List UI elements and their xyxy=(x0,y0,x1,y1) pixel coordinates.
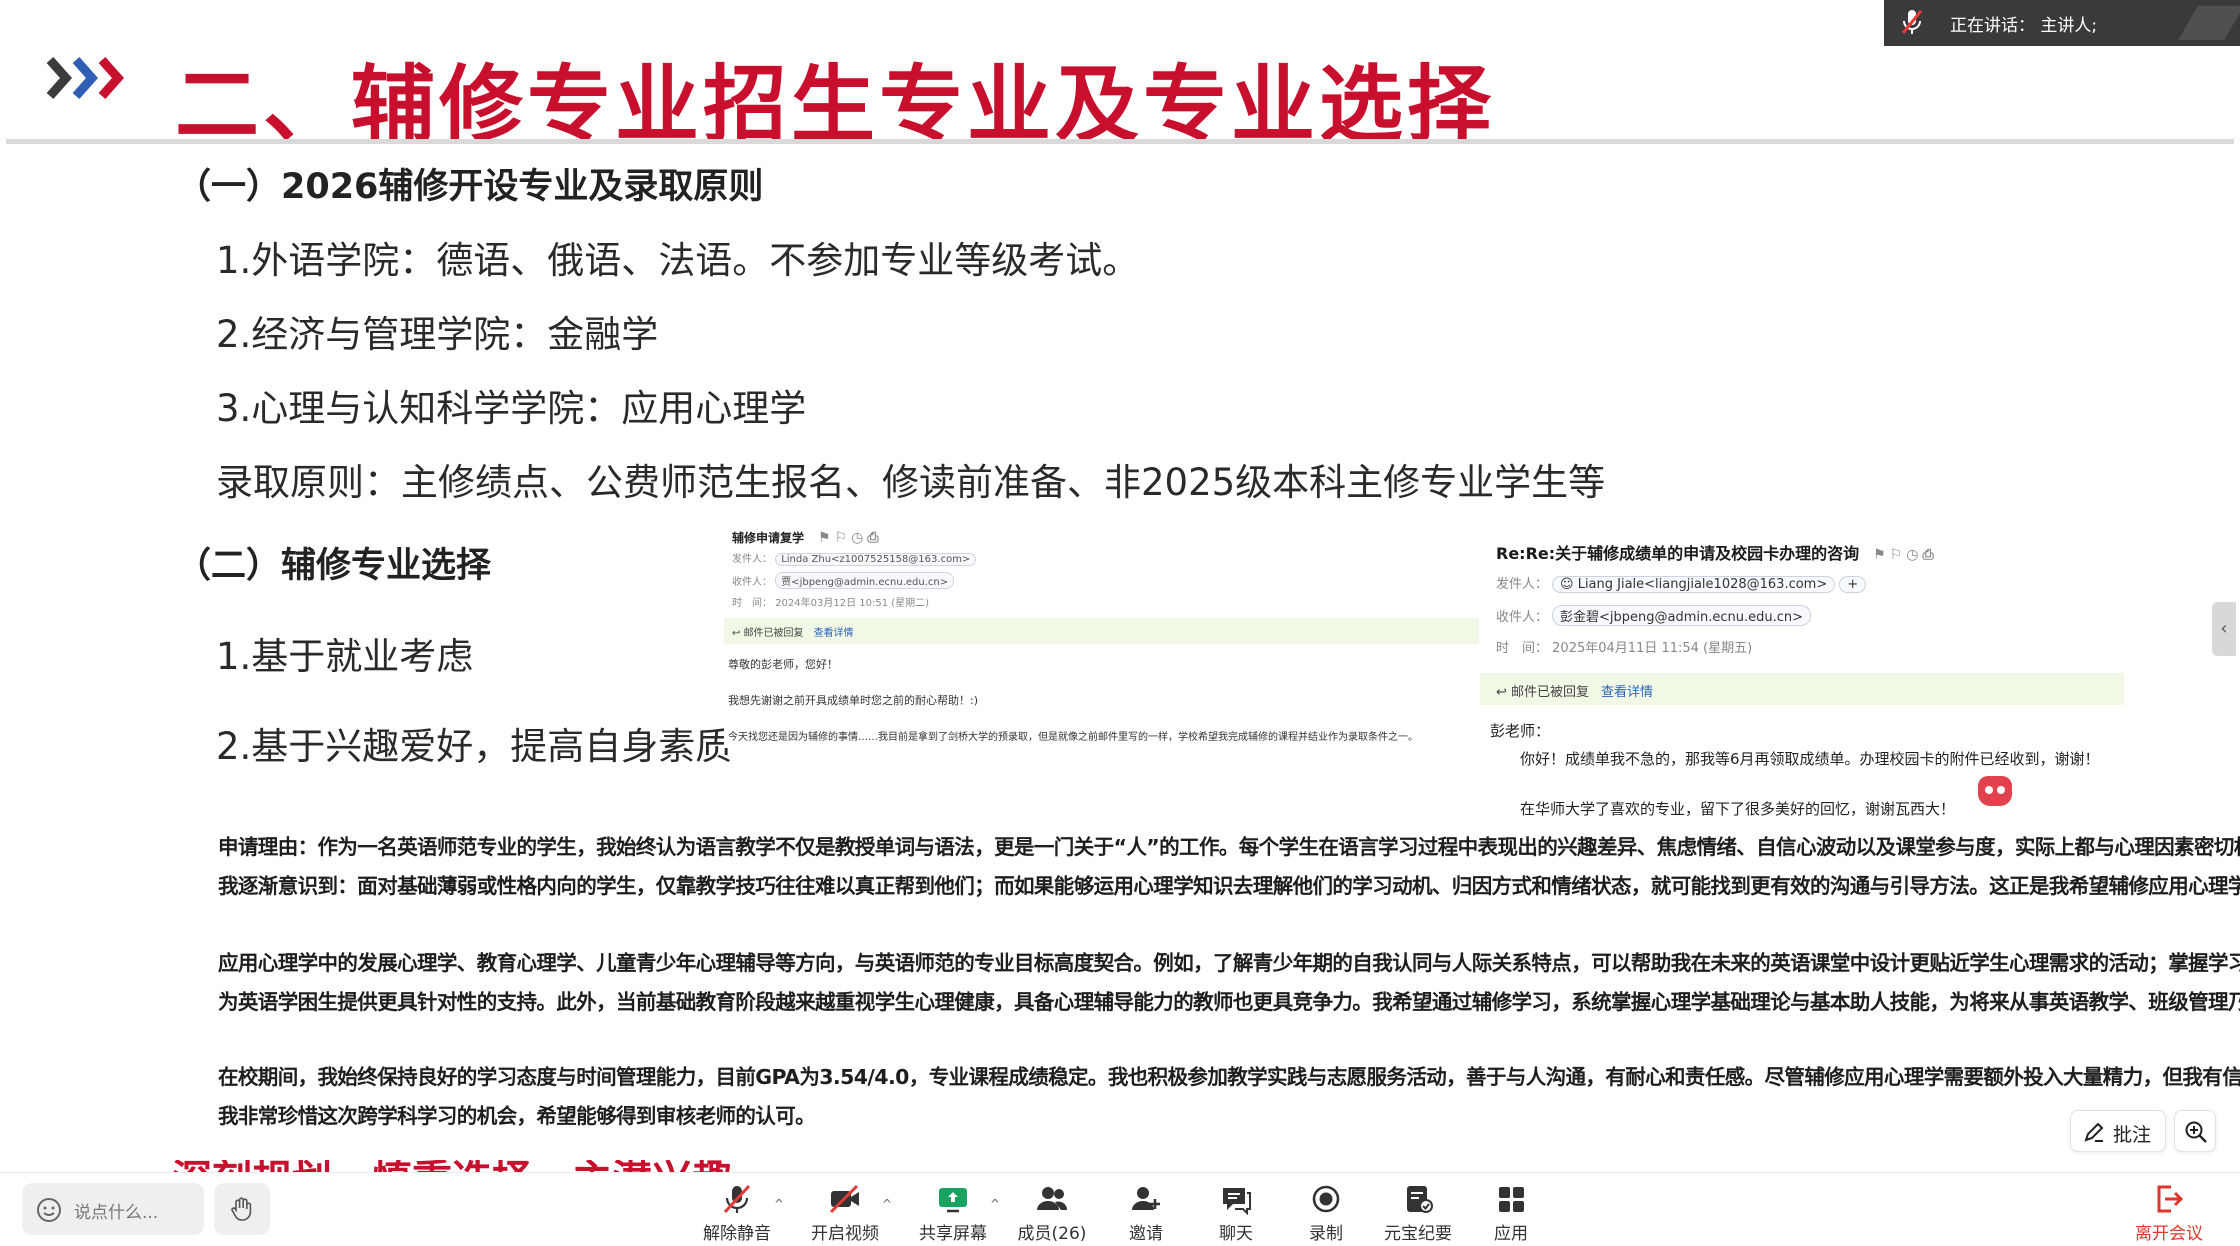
chat-input[interactable]: 说点什么... xyxy=(22,1183,204,1235)
zoom-in-button[interactable] xyxy=(2174,1110,2216,1152)
unmute-button[interactable]: 解除静音 xyxy=(692,1179,782,1244)
reason-line: 应用心理学中的发展心理学、教育心理学、儿童青少年心理辅导等方向，与英语师范的专业… xyxy=(218,951,2240,975)
notes-icon xyxy=(1407,1186,1433,1213)
members-icon xyxy=(1037,1187,1068,1210)
email-action-icons: ⚑⚐◷⎙ xyxy=(818,530,883,546)
toolbar-label: 成员(26) xyxy=(1017,1224,1087,1244)
email-to: 收件人： 贾<jbpeng@admin.ecnu.edu.cn> xyxy=(732,572,955,589)
record-button[interactable]: 录制 xyxy=(1281,1179,1371,1244)
toolbar-label: 开启视频 xyxy=(811,1224,879,1244)
email-subject: Re:Re:关于辅修成绩单的申请及校园卡办理的咨询 ⚑⚐◷⎙ xyxy=(1496,544,1938,563)
email-replied-bar: ↩ 邮件已被回复 查看详情 xyxy=(724,618,1479,644)
email-from: 发件人： Linda Zhu<z1007525158@163.com> xyxy=(732,550,977,566)
smile-icon xyxy=(37,1198,61,1222)
reason-line: 我非常珍惜这次跨学科学习的机会，希望能够得到审核老师的认可。 xyxy=(218,1104,816,1128)
section1-item: 2.经济与管理学院：金融学 xyxy=(216,313,659,356)
side-panel-toggle[interactable]: ‹ xyxy=(2212,602,2236,656)
toolbar-label: 解除静音 xyxy=(703,1224,771,1244)
invite-button[interactable]: 邀请 xyxy=(1101,1179,1191,1244)
toolbar-label: 聊天 xyxy=(1219,1224,1253,1244)
section2-item: 1.基于就业考虑 xyxy=(216,635,474,678)
chevron-up-icon[interactable]: ^ xyxy=(990,1197,1000,1211)
members-button[interactable]: 成员(26) xyxy=(1007,1179,1097,1244)
apps-button[interactable]: 应用 xyxy=(1466,1179,1556,1244)
video-off-icon xyxy=(829,1184,859,1214)
email-time: 时 间： 2024年03月12日 10:51 (星期二) xyxy=(732,598,930,609)
toolbar-label: 邀请 xyxy=(1129,1224,1163,1244)
mic-muted-icon xyxy=(723,1184,751,1214)
email-body-line: 今天找您还是因为辅修的事情……我目前是拿到了剑桥大学的预录取，但是就像之前邮件里… xyxy=(728,732,1418,743)
section1-item: 1.外语学院：德语、俄语、法语。不参加专业等级考试。 xyxy=(216,239,1140,282)
speaker-text: 正在讲话： 主讲人; xyxy=(1950,16,2098,36)
chat-button[interactable]: 聊天 xyxy=(1191,1179,1281,1244)
annotate-button[interactable]: 批注 xyxy=(2070,1110,2166,1152)
collapse-handle[interactable] xyxy=(2178,6,2240,40)
toolbar-label: 应用 xyxy=(1494,1224,1528,1244)
toolbar-label: 共享屏幕 xyxy=(919,1224,987,1244)
chevron-up-icon[interactable]: ^ xyxy=(774,1197,784,1211)
chevron-up-icon[interactable]: ^ xyxy=(882,1197,892,1211)
mic-muted-icon xyxy=(1901,10,1923,34)
section2-item: 2.基于兴趣爱好，提高自身素质 xyxy=(216,725,733,768)
annotate-label: 批注 xyxy=(2113,1124,2152,1146)
title-divider xyxy=(6,139,2234,144)
zoom-in-icon xyxy=(2185,1121,2207,1143)
leave-meeting-button[interactable]: 离开会议 xyxy=(2124,1179,2214,1244)
email-time: 时 间： 2025年04月11日 11:54 (星期五) xyxy=(1496,641,1753,656)
email-action-icons: ⚑⚐◷⎙ xyxy=(1873,547,1938,563)
invite-icon xyxy=(1132,1187,1160,1210)
email-body-line: 我想先谢谢之前开具成绩单时您之前的耐心帮助！:) xyxy=(728,694,978,707)
email-screenshot-right: Re:Re:关于辅修成绩单的申请及校园卡办理的咨询 ⚑⚐◷⎙ 发件人： ☺ Lian… xyxy=(1480,530,2124,705)
chat-icon xyxy=(1223,1188,1251,1215)
email-from: 发件人： ☺ Liang Jiale<liangjiale1028@163.com… xyxy=(1496,573,1867,593)
toolbar-label: 元宝纪要 xyxy=(1384,1224,1452,1244)
share-screen-icon xyxy=(939,1188,967,1213)
record-icon xyxy=(1312,1185,1340,1213)
leave-icon xyxy=(2157,1185,2184,1213)
section2-heading: （二）辅修专业选择 xyxy=(176,546,492,586)
reason-line: 在校期间，我始终保持良好的学习态度与时间管理能力，目前GPA为3.54/4.0，… xyxy=(218,1065,2240,1089)
share-screen-button[interactable]: 共享屏幕 xyxy=(908,1179,998,1244)
toolbar-label: 离开会议 xyxy=(2135,1224,2203,1244)
pen-icon xyxy=(2084,1122,2104,1142)
admission-principle: 录取原则：主修绩点、公费师范生报名、修读前准备、非2025级本科主修专业学生等 xyxy=(216,461,1606,504)
chat-placeholder: 说点什么... xyxy=(74,1203,159,1223)
meeting-toolbar: 说点什么... 解除静音 ^ 开启视频 ^ 共享屏幕 ^ 成员(26) 邀请 聊… xyxy=(0,1172,2240,1246)
start-video-button[interactable]: 开启视频 xyxy=(800,1179,890,1244)
reason-line: 为英语学困生提供更具针对性的支持。此外，当前基础教育阶段越来越重视学生心理健康，… xyxy=(218,990,2240,1014)
section1-heading: （一）2026辅修开设专业及录取原则 xyxy=(176,167,764,207)
chevrons-icon xyxy=(46,57,125,99)
email-screenshot-left: 辅修申请复学 ⚑⚐◷⎙ 发件人： Linda Zhu<z1007525158@16… xyxy=(724,526,1479,748)
section1-item: 3.心理与认知科学学院：应用心理学 xyxy=(216,387,807,430)
email-reply-line: 你好！成绩单我不急的，那我等6月再领取成绩单。办理校园卡的附件已经收到，谢谢！ xyxy=(1520,750,2100,768)
apps-icon xyxy=(1499,1187,1524,1212)
reason-line: 我逐渐意识到：面对基础薄弱或性格内向的学生，仅靠教学技巧往往难以真正帮到他们；而… xyxy=(218,874,2240,898)
email-replied-bar: ↩ 邮件已被回复 查看详情 xyxy=(1480,673,2124,705)
notes-button[interactable]: 元宝纪要 xyxy=(1373,1179,1463,1244)
email-body-line: 尊敬的彭老师，您好！ xyxy=(728,658,838,671)
email-salutation: 彭老师： xyxy=(1490,722,1551,740)
email-reply-line: 在华师大学了喜欢的专业，留下了很多美好的回忆，谢谢瓦西大！ xyxy=(1520,800,1956,818)
toolbar-label: 录制 xyxy=(1309,1224,1343,1244)
meeting-screen: 二、辅修专业招生专业及专业选择 （一）2026辅修开设专业及录取原则 1.外语学… xyxy=(0,0,2240,1246)
reason-line: 申请理由：作为一名英语师范专业的学生，我始终认为语言教学不仅是教授单词与语法，更… xyxy=(218,835,2240,859)
emoji-icon xyxy=(1978,776,2012,806)
hand-icon xyxy=(231,1197,252,1221)
email-to: 收件人： 彭金碧<jbpeng@admin.ecnu.edu.cn> xyxy=(1496,605,1812,626)
speaker-indicator: 正在讲话： 主讲人; xyxy=(1884,0,2240,46)
raise-hand-button[interactable] xyxy=(214,1183,270,1235)
email-subject: 辅修申请复学 ⚑⚐◷⎙ xyxy=(732,530,883,546)
